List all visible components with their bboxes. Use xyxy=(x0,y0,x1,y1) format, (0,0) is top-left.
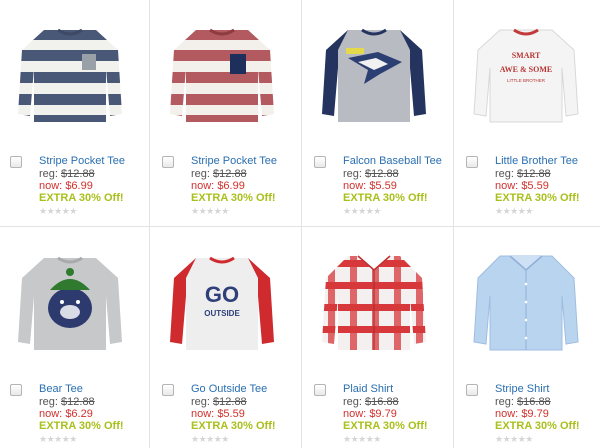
compare-checkbox[interactable] xyxy=(10,156,22,168)
grid-divider xyxy=(0,226,600,227)
promo-label: EXTRA 30% Off! xyxy=(191,192,276,204)
compare-checkbox[interactable] xyxy=(314,384,326,396)
product-card[interactable]: Stripe Shirt reg: $16.88 now: $9.79 EXTR… xyxy=(456,228,600,448)
product-image[interactable] xyxy=(304,228,456,370)
rating-stars: ★★★★★ xyxy=(191,434,229,444)
promo-label: EXTRA 30% Off! xyxy=(495,192,580,204)
sale-price: now: $5.59 xyxy=(495,180,549,192)
product-name-link[interactable]: Go Outside Tee xyxy=(191,383,267,395)
product-image[interactable]: GO OUTSIDE xyxy=(152,228,304,370)
product-card[interactable]: Bear Tee reg: $12.88 now: $6.29 EXTRA 30… xyxy=(0,228,152,448)
product-name-link[interactable]: Stripe Shirt xyxy=(495,383,549,395)
product-name-link[interactable]: Stripe Pocket Tee xyxy=(39,155,125,167)
product-card[interactable]: SMART AWE & SOME LITTLE BROTHER Little B… xyxy=(456,0,600,226)
promo-label: EXTRA 30% Off! xyxy=(191,420,276,432)
product-image[interactable] xyxy=(0,0,152,142)
regular-price: reg: $12.88 xyxy=(39,168,95,180)
shirt-print-line3: LITTLE BROTHER xyxy=(507,78,546,83)
sale-price: now: $9.79 xyxy=(343,408,397,420)
promo-label: EXTRA 30% Off! xyxy=(343,192,428,204)
product-name-link[interactable]: Plaid Shirt xyxy=(343,383,393,395)
product-image[interactable] xyxy=(0,228,152,370)
shirt-print-line1: GO xyxy=(205,282,239,307)
sale-price: now: $5.59 xyxy=(191,408,245,420)
promo-label: EXTRA 30% Off! xyxy=(39,420,124,432)
product-name-link[interactable]: Falcon Baseball Tee xyxy=(343,155,442,167)
regular-price: reg: $16.88 xyxy=(495,396,551,408)
product-card[interactable]: Stripe Pocket Tee reg: $12.88 now: $6.99… xyxy=(0,0,152,226)
striped-red-tee-icon xyxy=(170,28,274,122)
regular-price: reg: $12.88 xyxy=(39,396,95,408)
falcon-tee-icon xyxy=(322,28,426,122)
product-image[interactable]: SMART AWE & SOME LITTLE BROTHER xyxy=(456,0,600,142)
product-image[interactable] xyxy=(456,228,600,370)
product-card[interactable]: Plaid Shirt reg: $16.88 now: $9.79 EXTRA… xyxy=(304,228,456,448)
sale-price: now: $6.99 xyxy=(39,180,93,192)
compare-checkbox[interactable] xyxy=(466,384,478,396)
product-grid: Stripe Pocket Tee reg: $12.88 now: $6.99… xyxy=(0,0,600,448)
rating-stars: ★★★★★ xyxy=(343,434,381,444)
rating-stars: ★★★★★ xyxy=(39,206,77,216)
compare-checkbox[interactable] xyxy=(314,156,326,168)
product-card[interactable]: Falcon Baseball Tee reg: $12.88 now: $5.… xyxy=(304,0,456,226)
promo-label: EXTRA 30% Off! xyxy=(495,420,580,432)
rating-stars: ★★★★★ xyxy=(495,206,533,216)
regular-price: reg: $16.88 xyxy=(343,396,399,408)
regular-price: reg: $12.88 xyxy=(343,168,399,180)
bear-tee-icon xyxy=(18,256,122,350)
compare-checkbox[interactable] xyxy=(162,156,174,168)
product-card[interactable]: Stripe Pocket Tee reg: $12.88 now: $6.99… xyxy=(152,0,304,226)
product-name-link[interactable]: Stripe Pocket Tee xyxy=(191,155,277,167)
plaid-shirt-icon xyxy=(322,255,426,350)
sale-price: now: $5.59 xyxy=(343,180,397,192)
go-outside-tee-icon: GO OUTSIDE xyxy=(170,256,274,350)
shirt-print-line1: SMART xyxy=(512,51,541,60)
rating-stars: ★★★★★ xyxy=(343,206,381,216)
sale-price: now: $6.29 xyxy=(39,408,93,420)
regular-price: reg: $12.88 xyxy=(191,396,247,408)
compare-checkbox[interactable] xyxy=(466,156,478,168)
product-image[interactable] xyxy=(152,0,304,142)
rating-stars: ★★★★★ xyxy=(39,434,77,444)
sale-price: now: $9.79 xyxy=(495,408,549,420)
promo-label: EXTRA 30% Off! xyxy=(343,420,428,432)
regular-price: reg: $12.88 xyxy=(191,168,247,180)
regular-price: reg: $12.88 xyxy=(495,168,551,180)
striped-navy-tee-icon xyxy=(18,28,122,122)
little-brother-tee-icon: SMART AWE & SOME LITTLE BROTHER xyxy=(473,28,579,123)
compare-checkbox[interactable] xyxy=(10,384,22,396)
rating-stars: ★★★★★ xyxy=(495,434,533,444)
shirt-print-line2: OUTSIDE xyxy=(204,309,240,318)
compare-checkbox[interactable] xyxy=(162,384,174,396)
stripe-shirt-icon xyxy=(473,255,579,351)
sale-price: now: $6.99 xyxy=(191,180,245,192)
product-name-link[interactable]: Bear Tee xyxy=(39,383,83,395)
product-image[interactable] xyxy=(304,0,456,142)
product-card[interactable]: GO OUTSIDE Go Outside Tee reg: $12.88 no… xyxy=(152,228,304,448)
shirt-print-line2: AWE & SOME xyxy=(500,65,552,74)
rating-stars: ★★★★★ xyxy=(191,206,229,216)
promo-label: EXTRA 30% Off! xyxy=(39,192,124,204)
product-name-link[interactable]: Little Brother Tee xyxy=(495,155,578,167)
